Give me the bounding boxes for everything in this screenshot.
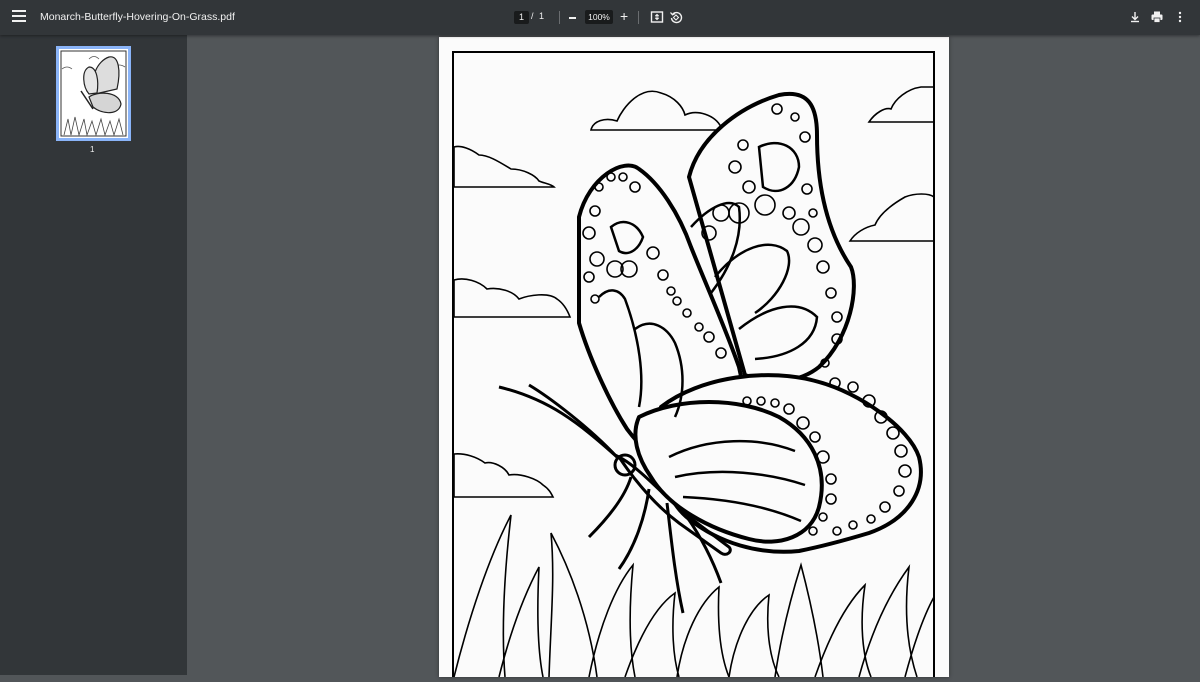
plus-icon[interactable]: + — [620, 9, 628, 23]
page-thumbnail[interactable] — [56, 46, 131, 141]
thumbnail-image — [59, 49, 128, 138]
more-vert-icon[interactable] — [1173, 10, 1187, 24]
document-title: Monarch-Butterfly-Hovering-On-Grass.pdf — [40, 11, 235, 23]
pdf-toolbar: Monarch-Butterfly-Hovering-On-Grass.pdf … — [0, 0, 1200, 35]
total-pages: 1 — [539, 11, 545, 21]
rotate-icon[interactable] — [669, 10, 683, 24]
pdf-page — [439, 37, 949, 682]
print-icon[interactable] — [1150, 10, 1164, 24]
page-number-input[interactable]: 1 — [514, 11, 529, 24]
minus-icon[interactable] — [569, 17, 576, 19]
toolbar-divider — [559, 11, 560, 24]
thumbnail-sidebar: 1 — [0, 35, 187, 675]
fit-page-icon[interactable] — [650, 10, 664, 24]
toolbar-divider — [638, 11, 639, 24]
zoom-level-input[interactable]: 100% — [585, 10, 613, 24]
page-separator: / — [531, 11, 534, 21]
download-icon[interactable] — [1128, 10, 1142, 24]
menu-icon[interactable] — [12, 10, 26, 24]
thumbnail-page-number: 1 — [90, 145, 95, 154]
butterfly-coloring-illustration — [452, 51, 935, 682]
